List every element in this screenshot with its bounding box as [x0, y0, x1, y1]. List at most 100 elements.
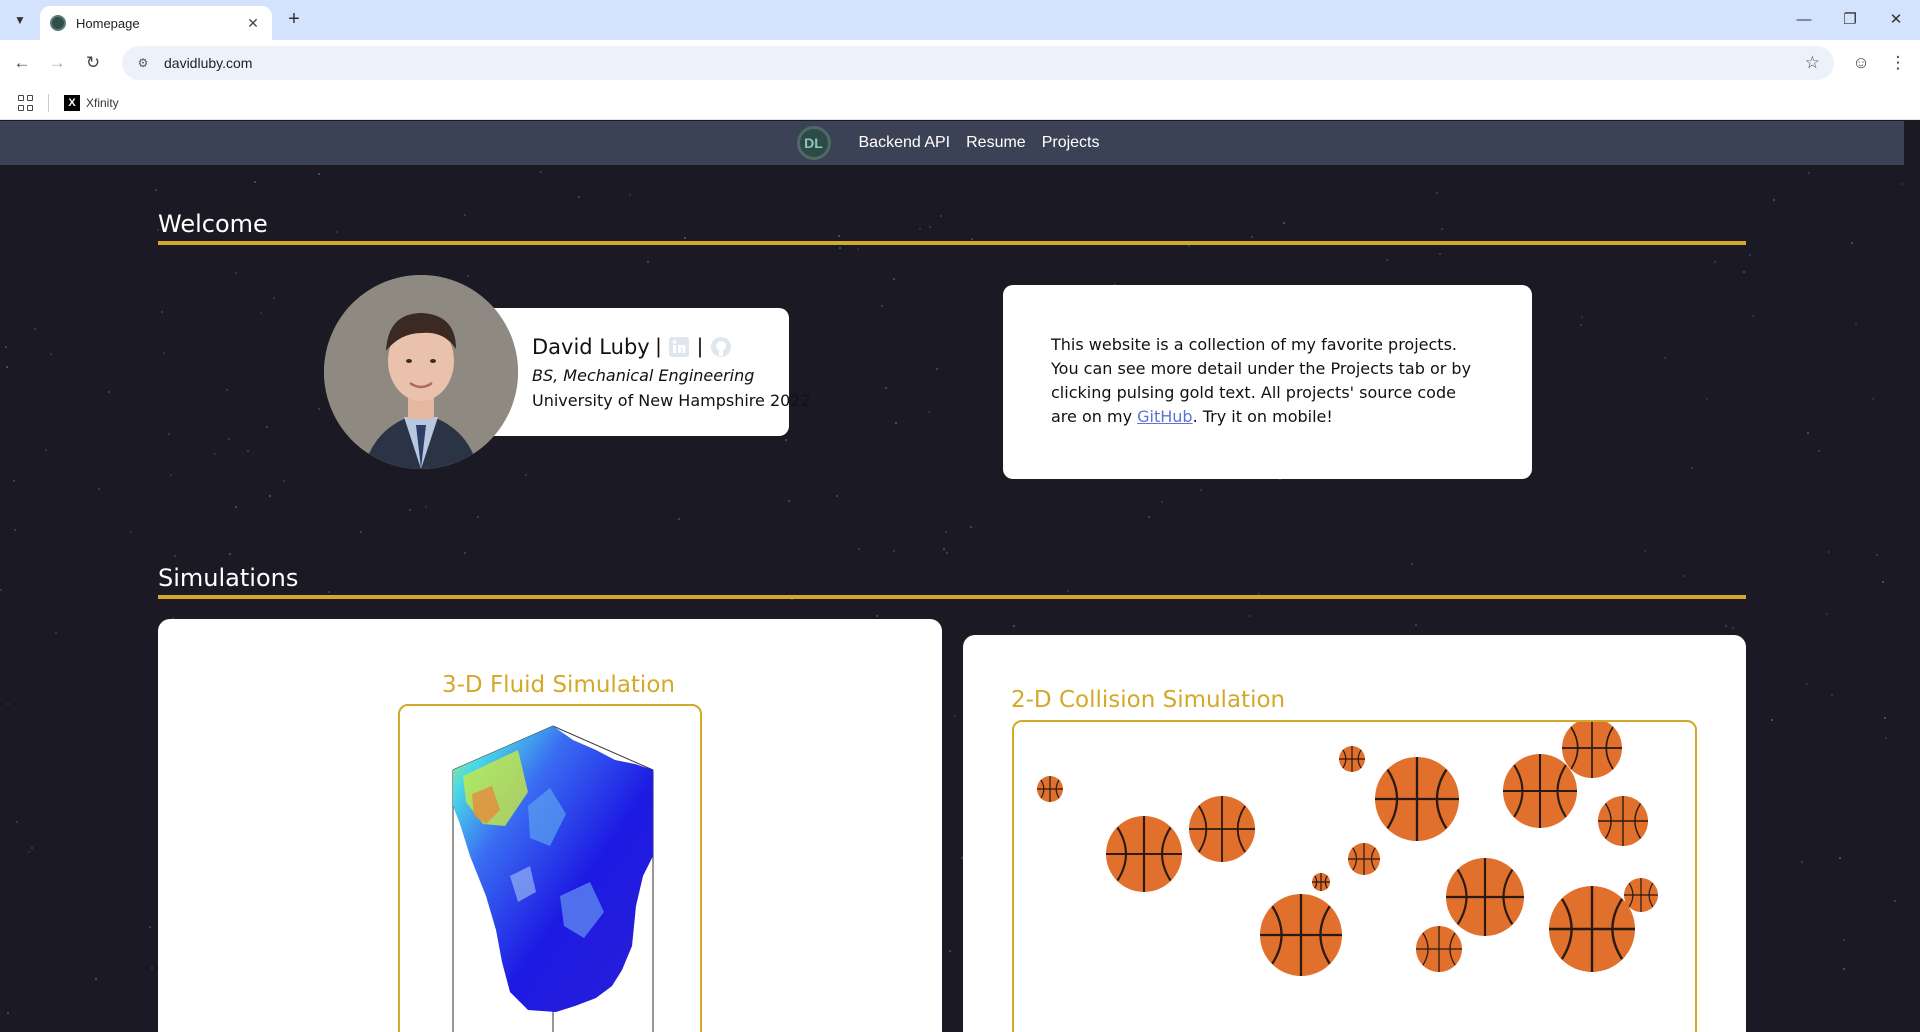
- star-dot: [228, 438, 230, 440]
- star-dot: [50, 353, 52, 355]
- star-dot: [336, 231, 338, 233]
- star-dot: [540, 171, 542, 173]
- bookmark-xfinity[interactable]: X Xfinity: [64, 93, 119, 113]
- plus-icon[interactable]: +: [282, 8, 306, 32]
- basketball: [1260, 894, 1342, 976]
- fluid-sim-title[interactable]: 3-D Fluid Simulation: [442, 672, 675, 698]
- star-dot: [235, 506, 237, 508]
- collision-sim-title[interactable]: 2-D Collision Simulation: [1011, 687, 1285, 713]
- page-content: DL Backend API Resume Projects Welcome D…: [0, 121, 1904, 1032]
- star-dot: [858, 548, 860, 550]
- star-dot: [409, 509, 411, 511]
- profile-name: David Luby: [532, 335, 650, 359]
- address-bar[interactable]: ⚙ davidluby.com ☆: [122, 46, 1834, 80]
- star-dot: [229, 553, 231, 555]
- star-dot: [946, 552, 948, 554]
- minimize-icon[interactable]: —: [1792, 8, 1816, 32]
- star-dot: [1013, 625, 1015, 627]
- star-dot: [269, 495, 271, 497]
- star-dot: [647, 261, 649, 263]
- linkedin-icon[interactable]: [667, 335, 691, 359]
- star-dot: [788, 500, 790, 502]
- star-dot: [1855, 323, 1857, 325]
- collision-sim-area: [1037, 722, 1658, 976]
- forward-arrow-icon[interactable]: →: [45, 51, 69, 75]
- star-dot: [885, 387, 887, 389]
- tab-title: Homepage: [76, 15, 140, 31]
- star-dot: [1386, 259, 1388, 261]
- github-link[interactable]: GitHub: [1137, 407, 1192, 426]
- browser-tab[interactable]: Homepage ✕: [40, 6, 272, 40]
- back-arrow-icon[interactable]: ←: [10, 51, 34, 75]
- star-dot: [1714, 261, 1716, 263]
- star-dot: [1884, 717, 1886, 719]
- star-dot: [13, 480, 15, 482]
- tab-list-icon[interactable]: ▼: [8, 8, 32, 32]
- site-info-icon[interactable]: ⚙: [134, 54, 152, 72]
- star-dot: [876, 615, 878, 617]
- basketball: [1562, 722, 1622, 778]
- more-menu-icon[interactable]: ⋮: [1886, 51, 1910, 75]
- collision-sim-canvas[interactable]: [1012, 720, 1697, 1032]
- star-dot: [1801, 861, 1803, 863]
- browser-toolbar: ← → ↻ ⚙ davidluby.com ☆ ☺ ⋮: [0, 40, 1920, 86]
- star-dot: [1732, 627, 1734, 629]
- star-dot: [1851, 242, 1853, 244]
- star-dot: [108, 391, 110, 393]
- star-dot: [477, 516, 479, 518]
- star-dot: [1691, 467, 1693, 469]
- profile-icon[interactable]: ☺: [1849, 51, 1873, 75]
- star-dot: [130, 531, 132, 533]
- star-dot: [1188, 245, 1190, 247]
- basketball: [1189, 796, 1255, 862]
- star-dot: [266, 426, 268, 428]
- star-dot: [425, 506, 427, 508]
- github-icon[interactable]: [709, 335, 733, 359]
- star-dot: [151, 967, 153, 969]
- star-dot: [7, 703, 9, 705]
- apps-grid-icon[interactable]: [18, 95, 34, 111]
- star-dot: [1872, 398, 1874, 400]
- close-icon[interactable]: ✕: [244, 15, 262, 32]
- star-dot: [928, 411, 930, 413]
- star-dot: [1581, 316, 1583, 318]
- star-dot: [1839, 857, 1841, 859]
- fluid-sim-canvas[interactable]: [398, 704, 702, 1032]
- close-window-icon[interactable]: ✕: [1884, 8, 1908, 32]
- star-dot: [1436, 192, 1438, 194]
- url-text[interactable]: davidluby.com: [164, 55, 252, 71]
- star-dot: [168, 433, 170, 435]
- star-dot: [1580, 324, 1582, 326]
- star-dot: [214, 453, 216, 455]
- star-dot: [1771, 719, 1773, 721]
- basketball: [1339, 746, 1365, 772]
- basketball: [1416, 926, 1462, 972]
- star-dot: [174, 555, 176, 557]
- basketball: [1312, 873, 1330, 891]
- fluid-sim-plot: [452, 725, 654, 1032]
- nav-link-projects[interactable]: Projects: [1042, 134, 1100, 152]
- restore-icon[interactable]: ❐: [1838, 8, 1862, 32]
- star-dot: [247, 450, 249, 452]
- bookmark-star-icon[interactable]: ☆: [1805, 53, 1820, 73]
- star-dot: [1894, 900, 1896, 902]
- browser-tabstrip: ▼ Homepage ✕ + — ❐ ✕: [0, 0, 1920, 40]
- star-dot: [170, 474, 172, 476]
- star-dot: [1773, 199, 1775, 201]
- star-dot: [1882, 581, 1884, 583]
- nav-link-resume[interactable]: Resume: [966, 134, 1026, 152]
- star-dot: [919, 228, 921, 230]
- reload-icon[interactable]: ↻: [81, 51, 105, 75]
- star-dot: [34, 328, 36, 330]
- bookmark-label: Xfinity: [86, 96, 119, 110]
- star-dot: [857, 248, 859, 250]
- site-logo[interactable]: DL: [796, 126, 831, 160]
- star-dot: [1885, 737, 1887, 739]
- tab-favicon: [50, 15, 66, 31]
- star-dot: [1283, 222, 1285, 224]
- avatar: [324, 275, 518, 469]
- star-dot: [226, 389, 228, 391]
- star-dot: [254, 181, 256, 183]
- nav-link-backend-api[interactable]: Backend API: [859, 134, 951, 152]
- star-dot: [1200, 489, 1202, 491]
